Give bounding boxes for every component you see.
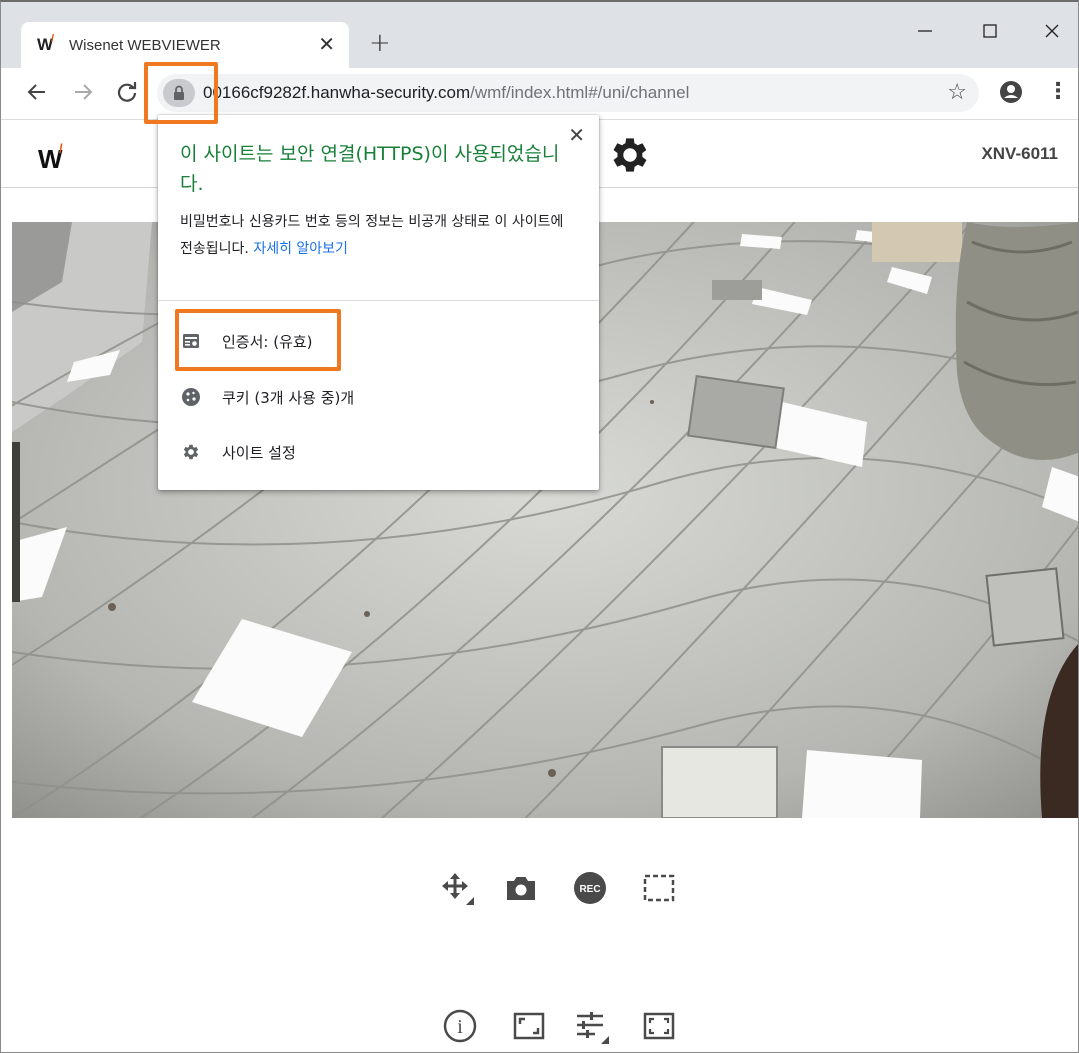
- browser-window: W / Wisenet WEBVIEWER ✕ + 00166cf9282f.h…: [0, 0, 1079, 1053]
- site-settings-item[interactable]: 사이트 설정: [180, 437, 296, 467]
- account-avatar-icon: [1000, 81, 1022, 103]
- info-icon: i: [443, 1009, 477, 1043]
- address-bar[interactable]: 00166cf9282f.hanwha-security.com/wmf/ind…: [157, 74, 979, 112]
- popup-close-icon[interactable]: ✕: [568, 125, 585, 145]
- cookies-item[interactable]: 쿠키 (3개 사용 중)개: [180, 382, 354, 412]
- record-icon: REC: [574, 872, 606, 904]
- rec-label: REC: [579, 884, 600, 895]
- connection-secure-title: 이 사이트는 보안 연결(HTTPS)이 사용되었습니다.: [180, 143, 560, 195]
- aspect-fit-icon: [513, 1012, 545, 1040]
- settings-gear-icon[interactable]: [607, 132, 653, 178]
- wisenet-logo: W /: [38, 141, 63, 174]
- url-host: 00166cf9282f.hanwha-security.com: [203, 83, 471, 102]
- wisenet-favicon: W /: [37, 33, 54, 54]
- fullscreen-icon: [643, 1012, 675, 1040]
- camera-model-label: XNV-6011: [981, 144, 1058, 163]
- gear-icon: [180, 441, 202, 463]
- forward-arrow-icon: [75, 84, 93, 100]
- window-close-button[interactable]: [1037, 16, 1067, 46]
- ptz-move-button[interactable]: [437, 868, 477, 908]
- reload-icon: [117, 82, 137, 102]
- info-label: i: [457, 1016, 463, 1038]
- browser-tab[interactable]: W / Wisenet WEBVIEWER ✕: [21, 22, 349, 68]
- bookmark-star-icon[interactable]: ☆: [947, 80, 967, 105]
- ptz-move-icon: [442, 873, 474, 905]
- learn-more-link[interactable]: 자세히 알아보기: [253, 241, 348, 257]
- connection-description-text: 비밀번호나 신용카드 번호 등의 정보는 비공개 상태로 이 사이트에 전송됩니…: [180, 214, 564, 257]
- certificate-icon: [180, 330, 202, 352]
- maximize-icon: [983, 24, 997, 38]
- close-icon: [1045, 24, 1059, 38]
- certificate-label: 인증서: (유효): [222, 332, 313, 351]
- maximize-button[interactable]: [975, 16, 1005, 46]
- url-text[interactable]: 00166cf9282f.hanwha-security.com/wmf/ind…: [203, 83, 689, 103]
- settings-sliders-icon: [577, 1012, 609, 1044]
- site-settings-label: 사이트 설정: [222, 443, 296, 462]
- record-button[interactable]: REC: [570, 868, 610, 908]
- snapshot-camera-icon: [507, 877, 535, 900]
- url-path: /wmf/index.html#/uni/channel: [470, 83, 690, 102]
- fullscreen-button[interactable]: [639, 1006, 679, 1046]
- lock-icon: [174, 85, 184, 100]
- connection-description: 비밀번호나 신용카드 번호 등의 정보는 비공개 상태로 이 사이트에 전송됩니…: [180, 209, 580, 263]
- new-tab-button[interactable]: +: [369, 30, 391, 56]
- tab-close-icon[interactable]: ✕: [318, 34, 335, 54]
- browser-menu-icon[interactable]: ⋮: [1047, 78, 1069, 106]
- site-info-button[interactable]: [163, 79, 195, 107]
- cookie-icon: [180, 386, 202, 408]
- minimize-button[interactable]: [910, 16, 940, 46]
- back-button[interactable]: [25, 80, 49, 111]
- reload-button[interactable]: [115, 80, 139, 111]
- gear-icon: [613, 138, 647, 172]
- area-select-icon: [643, 874, 675, 902]
- playback-controls: REC: [1, 868, 1078, 912]
- image-settings-button[interactable]: [571, 1006, 611, 1046]
- minimize-icon: [918, 30, 932, 32]
- aspect-fit-button[interactable]: [509, 1006, 549, 1046]
- certificate-item[interactable]: 인증서: (유효): [180, 326, 313, 356]
- view-controls: i: [1, 1006, 1078, 1050]
- cookies-label: 쿠키 (3개 사용 중)개: [222, 388, 355, 407]
- forward-button[interactable]: [71, 80, 95, 111]
- popup-divider: [158, 300, 599, 301]
- area-select-button[interactable]: [639, 868, 679, 908]
- info-button[interactable]: i: [440, 1006, 480, 1046]
- browser-toolbar: 00166cf9282f.hanwha-security.com/wmf/ind…: [1, 68, 1078, 120]
- tab-strip: W / Wisenet WEBVIEWER ✕ +: [1, 2, 1078, 68]
- account-icon[interactable]: [999, 80, 1023, 104]
- tab-title: Wisenet WEBVIEWER: [69, 36, 221, 54]
- site-info-popup: ✕ 이 사이트는 보안 연결(HTTPS)이 사용되었습니다. 비밀번호나 신용…: [158, 115, 599, 490]
- snapshot-button[interactable]: [501, 868, 541, 908]
- back-arrow-icon: [27, 84, 45, 100]
